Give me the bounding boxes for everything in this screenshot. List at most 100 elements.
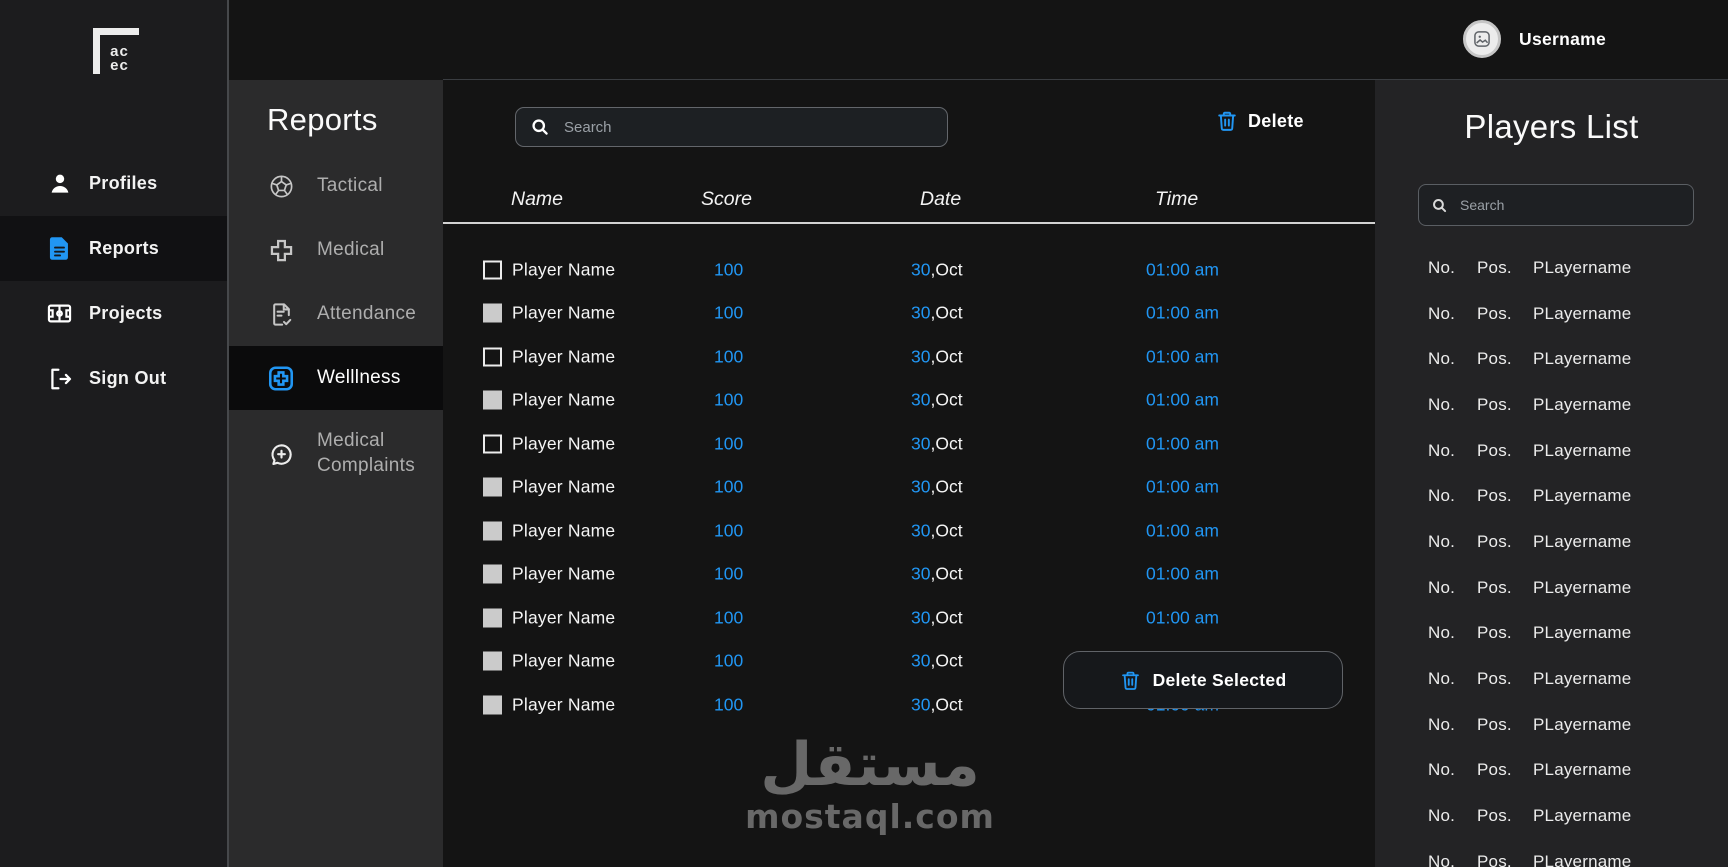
table-header-divider [443,222,1375,224]
player-list-item[interactable]: No. Pos. PLayername [1375,382,1728,428]
row-checkbox[interactable] [483,521,502,541]
score-cell: 100 [714,389,744,410]
date-day: 30 [911,650,931,671]
player-list-item[interactable]: No. Pos. PLayername [1375,336,1728,382]
row-checkbox[interactable] [483,303,502,323]
player-name: PLayername [1533,714,1632,734]
date-day: 30 [911,433,931,454]
player-list-item[interactable]: No. Pos. PLayername [1375,839,1728,867]
table-row: Player Name 100 30,Oct 01:00 am [443,422,1375,466]
report-item-wellness[interactable]: Welllness [229,346,443,410]
player-number: No. [1428,303,1456,323]
delete-button-label: Delete [1248,110,1304,131]
player-list-item[interactable]: No. Pos. PLayername [1375,702,1728,748]
date-cell: 30,Oct [911,390,963,411]
players-list: No. Pos. PLayername No. Pos. PLayername … [1375,245,1728,867]
sidebar-item-label: Reports [89,238,160,258]
sidebar-item-profiles[interactable]: Profiles [0,151,227,216]
row-checkbox[interactable] [483,347,502,367]
row-checkbox[interactable] [483,477,502,497]
row-checkbox[interactable] [483,260,502,280]
player-name: PLayername [1533,577,1632,597]
row-checkbox[interactable] [483,390,502,410]
player-number: No. [1428,806,1456,826]
time-cell: 01:00 am [1146,520,1219,541]
player-list-item[interactable]: No. Pos. PLayername [1375,245,1728,291]
player-number: No. [1428,531,1456,551]
row-checkbox[interactable] [483,608,502,628]
player-number: No. [1428,577,1456,597]
row-checkbox[interactable] [483,434,502,454]
player-list-item[interactable]: No. Pos. PLayername [1375,611,1728,657]
column-header-time: Time [1155,188,1199,210]
time-cell: 01:00 am [1146,563,1219,584]
sidebar-item-label: Sign Out [89,368,167,388]
score-cell: 100 [714,520,744,541]
search-input[interactable] [562,117,933,137]
table-row: Player Name 100 30,Oct 01:00 am [443,509,1375,553]
score-cell: 100 [714,346,744,367]
avatar[interactable] [1463,20,1501,58]
player-name-cell: Player Name [512,389,616,410]
player-list-item[interactable]: No. Pos. PLayername [1375,291,1728,337]
sidebar-item-projects[interactable]: Projects [0,281,227,346]
delete-button[interactable]: Delete [1216,110,1304,132]
player-name-cell: Player Name [512,433,616,454]
user-menu[interactable]: Username [1463,20,1606,58]
player-name: PLayername [1533,303,1632,323]
player-list-item[interactable]: No. Pos. PLayername [1375,656,1728,702]
player-number: No. [1428,851,1456,867]
date-month: ,Oct [930,302,963,323]
player-list-item[interactable]: No. Pos. PLayername [1375,428,1728,474]
player-number: No. [1428,440,1456,460]
player-name-cell: Player Name [512,476,616,497]
player-list-item[interactable]: No. Pos. PLayername [1375,793,1728,839]
date-cell: 30,Oct [911,520,963,541]
player-list-item[interactable]: No. Pos. PLayername [1375,519,1728,565]
profiles-icon [46,170,73,197]
player-position: Pos. [1477,531,1512,551]
player-list-item[interactable]: No. Pos. PLayername [1375,748,1728,794]
trash-icon [1120,670,1141,691]
time-cell: 01:00 am [1146,389,1219,410]
date-month: ,Oct [930,563,963,584]
search-icon [1431,197,1448,214]
score-cell: 100 [714,259,744,280]
player-number: No. [1428,257,1456,277]
player-position: Pos. [1477,577,1512,597]
player-name-cell: Player Name [512,259,616,280]
sidebar-item-signout[interactable]: Sign Out [0,346,227,411]
report-item-tactical[interactable]: Tactical [229,154,443,218]
date-day: 30 [911,476,931,497]
reports-icon [46,235,73,262]
wellness-icon [267,364,295,392]
date-day: 30 [911,607,931,628]
date-month: ,Oct [930,389,963,410]
player-list-item[interactable]: No. Pos. PLayername [1375,565,1728,611]
score-cell: 100 [714,694,744,715]
player-position: Pos. [1477,806,1512,826]
report-item-medical-complaints[interactable]: Medical Complaints [229,410,443,498]
row-checkbox[interactable] [483,651,502,671]
projects-icon [46,300,73,327]
report-item-attendance[interactable]: Attendance [229,282,443,346]
players-search-input[interactable] [1458,196,1681,214]
username-label: Username [1519,28,1607,49]
date-cell: 30,Oct [911,694,963,715]
medical-cross-icon [267,236,295,264]
report-item-medical[interactable]: Medical [229,218,443,282]
players-list-title: Players List [1464,108,1639,145]
row-checkbox[interactable] [483,695,502,715]
watermark-site-label: mostaql.com [745,797,995,836]
time-cell: 01:00 am [1146,433,1219,454]
sidebar-item-reports[interactable]: Reports [0,216,227,281]
players-search [1418,184,1694,226]
date-cell: 30,Oct [911,346,963,367]
score-cell: 100 [714,433,744,454]
player-name: PLayername [1533,440,1632,460]
table-row: Player Name 100 30,Oct 01:00 am [443,596,1375,640]
row-checkbox[interactable] [483,564,502,584]
date-day: 30 [911,389,931,410]
delete-selected-button[interactable]: Delete Selected [1063,651,1343,709]
player-list-item[interactable]: No. Pos. PLayername [1375,473,1728,519]
